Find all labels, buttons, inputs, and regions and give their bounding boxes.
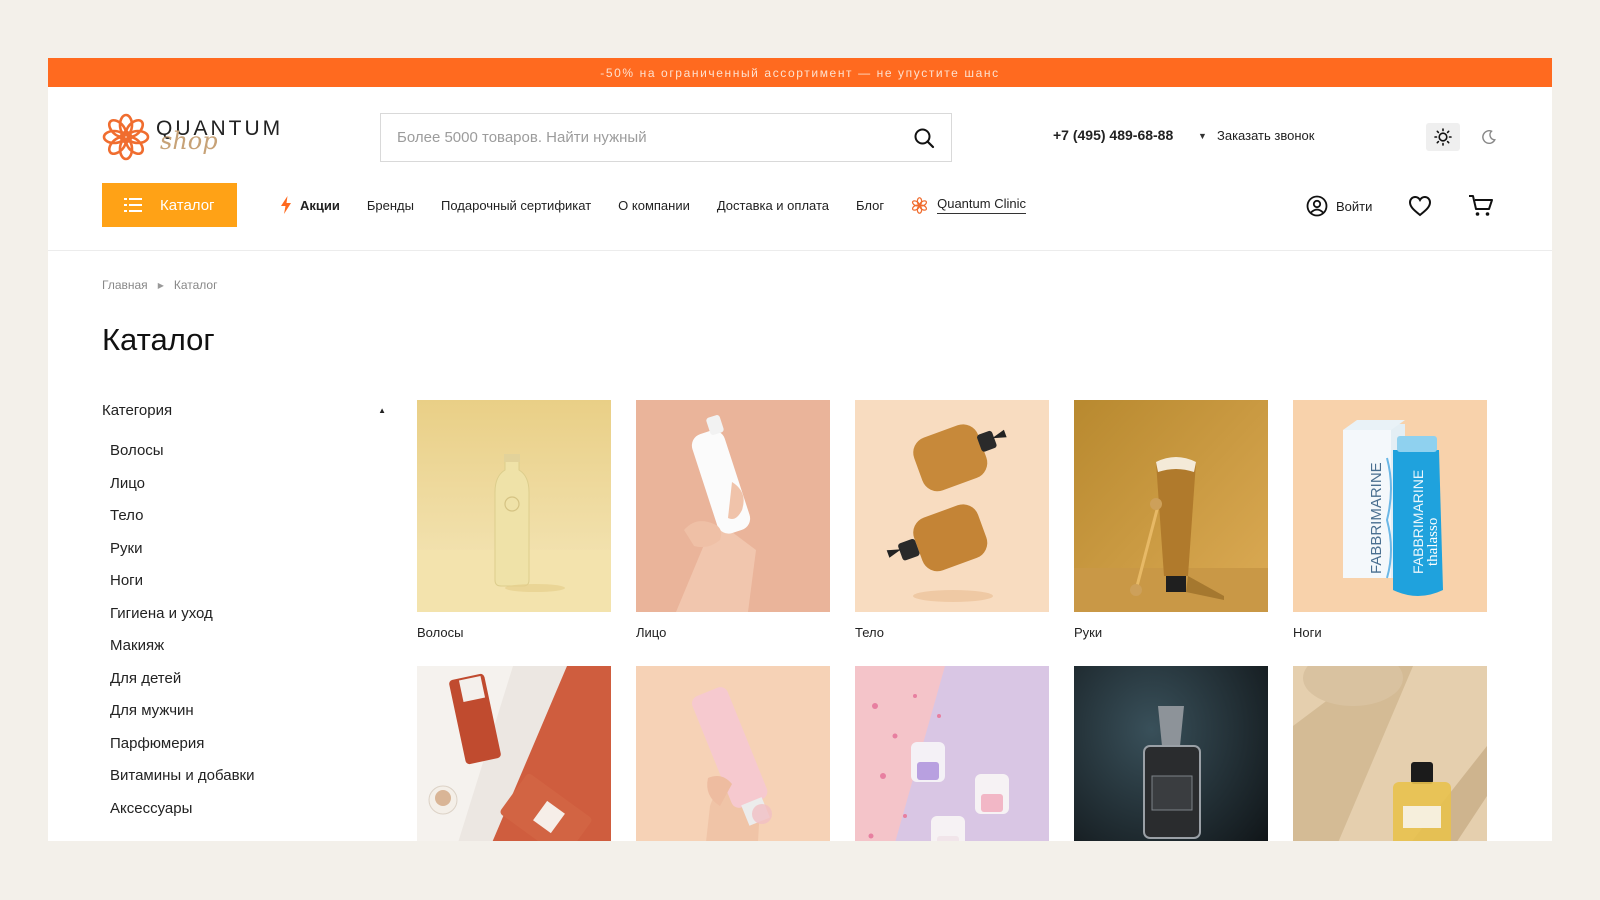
category-filter: Категория ▲ Волосы Лицо Тело Руки Ноги Г… [102,402,386,831]
breadcrumb-current: Каталог [173,278,218,292]
collapse-arrow-icon: ▲ [378,406,386,415]
category-image [636,400,830,612]
sun-icon [1434,128,1452,146]
filter-item[interactable]: Аксессуары [110,799,386,832]
category-image [417,400,611,612]
catalog-button-label: Каталог [160,196,215,214]
promo-banner[interactable]: -50% на ограниченный ассортимент — не уп… [48,58,1552,87]
phone-number[interactable]: +7 (495) 489-68-88 [1053,127,1173,143]
nav-item-sales[interactable]: Акции [280,196,340,214]
search-input[interactable] [397,129,913,146]
category-label: Волосы [417,625,464,640]
heart-icon[interactable] [1408,195,1432,217]
callback-link[interactable]: Заказать звонок [1217,128,1314,143]
filter-heading: Категория [102,402,173,419]
category-card[interactable] [417,666,611,841]
category-card[interactable] [636,666,830,841]
filter-item[interactable]: Гигиена и уход [110,604,386,637]
category-card[interactable]: Тело [855,400,1049,666]
category-label: Лицо [636,625,667,640]
category-image [1074,666,1268,841]
category-card[interactable]: Руки [1074,400,1268,666]
category-image: FABBRIMARINE FABBRIMARINE thalasso [1293,400,1487,612]
breadcrumb-home[interactable]: Главная [102,278,148,292]
nav-item-clinic[interactable]: Quantum Clinic [911,196,1026,214]
breadcrumb-separator-icon: ▶ [157,280,164,290]
filter-item[interactable]: Макияж [110,636,386,669]
category-label: Ноги [1293,625,1322,640]
nav-menu: Акции Бренды Подарочный сертификат О ком… [280,196,1053,214]
category-card[interactable] [1074,666,1268,841]
category-image [855,400,1049,612]
filter-list: Волосы Лицо Тело Руки Ноги Гигиена и ухо… [102,441,386,831]
phone-dropdown-icon[interactable]: ▼ [1198,131,1207,141]
cart-icon[interactable] [1468,194,1494,218]
nav-item-label: Подарочный сертификат [440,197,592,213]
flower-icon [912,196,928,214]
catalog-button[interactable]: Каталог [102,183,237,227]
logo-subword: shop [160,127,218,155]
category-card[interactable]: Лицо [636,400,830,666]
main-navigation: Каталог Акции Бренды Подарочный сертифик… [48,183,1552,251]
filter-header[interactable]: Категория ▲ [102,402,386,419]
nav-item-label: Доставка и оплата [716,197,830,213]
login-label: Войти [1336,198,1373,214]
logo[interactable]: QUANTUM shop [102,113,296,161]
filter-item[interactable]: Ноги [110,571,386,604]
category-grid: Волосы Лицо Тело Руки FABBRIMARINE FABBR… [417,400,1501,841]
header: QUANTUM shop +7 (495) 489-68-88 ▼ Заказа… [48,87,1552,183]
category-card[interactable]: Волосы [417,400,611,666]
category-image [417,666,611,841]
brand-subtext: thalasso [1425,518,1441,566]
category-card[interactable]: FABBRIMARINE FABBRIMARINE thalasso Ноги [1293,400,1487,666]
filter-item[interactable]: Руки [110,539,386,572]
filter-item[interactable]: Тело [110,506,386,539]
category-image [636,666,830,841]
theme-toggle [1426,123,1506,151]
user-actions: Войти [1306,194,1494,218]
moon-icon [1482,130,1496,144]
category-label: Тело [855,625,884,640]
filter-item[interactable]: Лицо [110,474,386,507]
category-card[interactable] [855,666,1049,841]
nav-item-blog[interactable]: Блог [856,198,884,213]
nav-item-about[interactable]: О компании [618,198,690,213]
nav-item-gift-certificate[interactable]: Подарочный сертификат [441,198,591,213]
breadcrumb: Главная ▶ Каталог [102,278,217,292]
brand-text: FABBRIMARINE [1368,462,1385,574]
filter-item[interactable]: Витамины и добавки [110,766,386,799]
nav-item-label: Акции [300,197,340,213]
promo-text: -50% на ограниченный ассортимент — не уп… [600,65,1000,80]
nav-item-delivery[interactable]: Доставка и оплата [717,198,829,213]
category-image [855,666,1049,841]
login-button[interactable]: Войти [1306,195,1372,217]
filter-item[interactable]: Волосы [110,441,386,474]
search-icon[interactable] [913,127,935,149]
filter-item[interactable]: Для мужчин [110,701,386,734]
logo-flower-icon [102,113,150,161]
nav-item-label: Бренды [366,197,414,213]
filter-item[interactable]: Парфюмерия [110,734,386,767]
dark-theme-button[interactable] [1472,123,1506,151]
category-image [1293,666,1487,841]
filter-item[interactable]: Для детей [110,669,386,702]
bolt-icon [281,196,291,214]
category-card[interactable] [1293,666,1487,841]
nav-item-label: О компании [618,197,690,213]
category-label: Руки [1074,625,1103,640]
nav-item-label: Блог [856,197,885,213]
category-image [1074,400,1268,612]
light-theme-button[interactable] [1426,123,1460,151]
brand-text: FABBRIMARINE [1410,470,1426,574]
user-icon [1306,195,1328,217]
search-box [380,113,952,162]
menu-icon [124,198,142,212]
page-title: Каталог [102,322,215,357]
page-frame: -50% на ограниченный ассортимент — не уп… [48,58,1552,841]
nav-item-label: Quantum Clinic [937,196,1026,214]
nav-item-brands[interactable]: Бренды [367,198,414,213]
